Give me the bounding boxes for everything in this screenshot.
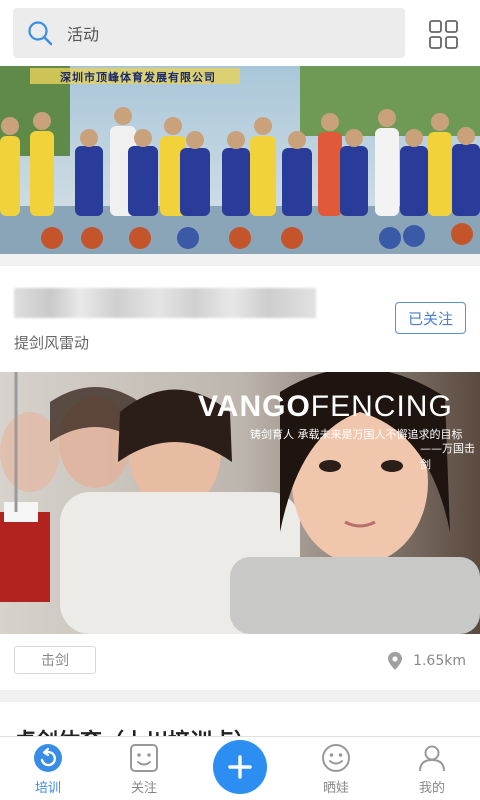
search-placeholder: 活动 <box>67 25 100 44</box>
add-button[interactable] <box>213 740 267 794</box>
tab-label: 我的 <box>418 781 445 796</box>
category-tag[interactable]: 击剑 <box>14 646 96 674</box>
plus-icon <box>228 755 252 779</box>
brand-logo-text: VANGOFENCING <box>198 390 453 423</box>
feed[interactable]: 深圳市顶峰体育发展有限公司 已关注 提剑风雷动 VANGOFENCING 铸剑育… <box>0 66 480 736</box>
club-card-header: 已关注 提剑风雷动 <box>0 266 480 372</box>
banner-company-name: 深圳市顶峰体育发展有限公司 <box>60 71 216 84</box>
club-card-2[interactable]: 卓剑体育（上川培训点） <box>0 702 480 736</box>
blurred-club-name <box>14 288 316 318</box>
tab-profile[interactable]: 我的 <box>392 737 472 800</box>
user-icon <box>419 745 445 772</box>
grid-menu-icon[interactable] <box>424 15 462 53</box>
fencing-photo[interactable]: VANGOFENCING 铸剑育人 承载未来是万国人不懈追求的目标 ——万国击剑 <box>0 372 480 634</box>
search-icon <box>28 21 53 46</box>
training-icon <box>34 744 62 772</box>
tab-training[interactable]: 培训 <box>8 737 88 800</box>
smile-icon <box>322 744 350 772</box>
tab-label: 晒娃 <box>322 781 349 796</box>
tab-follow[interactable]: 关注 <box>104 737 184 800</box>
location-pin-icon <box>388 652 403 670</box>
distance-value: 1.65km <box>413 653 466 669</box>
tab-show-baby[interactable]: 晒娃 <box>296 737 376 800</box>
bottom-tab-bar: 培训 关注 晒娃 我的 <box>0 736 480 800</box>
search-bar[interactable]: 活动 <box>13 8 405 58</box>
club-card-footer: 击剑 1.65km <box>0 634 480 690</box>
team-photo-banner[interactable]: 深圳市顶峰体育发展有限公司 <box>0 66 480 254</box>
divider <box>0 690 480 702</box>
brand-slogan-sign: ——万国击剑 <box>420 442 475 471</box>
tab-label: 关注 <box>130 781 157 796</box>
divider <box>0 254 480 266</box>
followed-button[interactable]: 已关注 <box>395 302 466 334</box>
club-card[interactable]: 已关注 提剑风雷动 VANGOFENCING 铸剑育人 承载未来是万国人不懈追求… <box>0 266 480 690</box>
distance-info: 1.65km <box>387 652 466 670</box>
tab-label: 培训 <box>34 781 61 796</box>
follow-face-icon <box>130 744 158 772</box>
club-card-2-title: 卓剑体育（上川培训点） <box>14 724 256 736</box>
top-bar: 活动 <box>0 0 480 66</box>
club-subtitle: 提剑风雷动 <box>14 334 90 352</box>
